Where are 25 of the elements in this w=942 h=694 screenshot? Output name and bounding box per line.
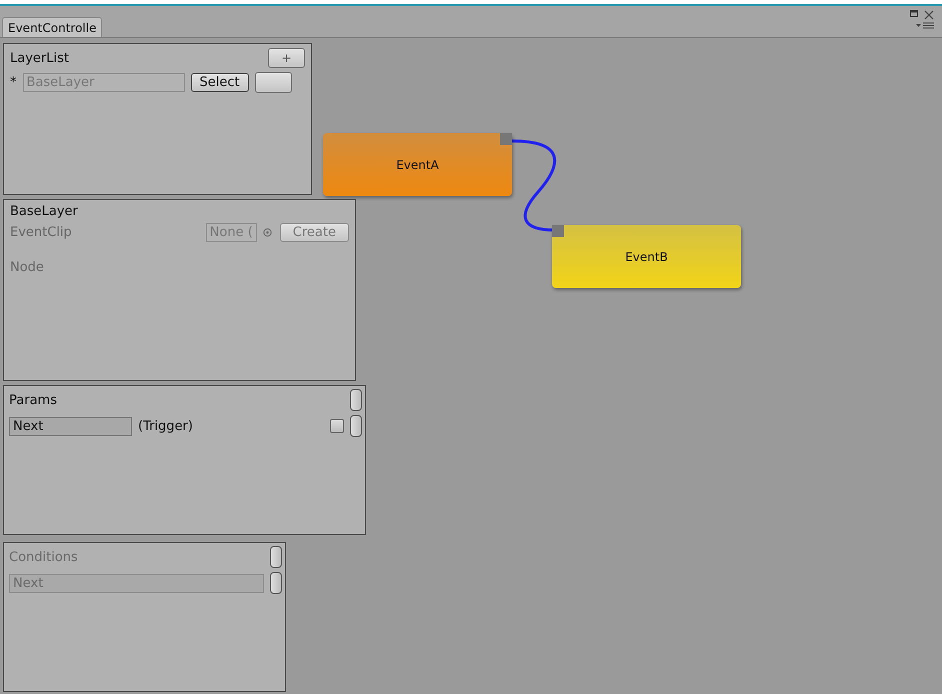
close-icon[interactable] <box>924 10 934 20</box>
field-label: EventClip <box>10 225 73 240</box>
pill-button[interactable] <box>350 415 362 437</box>
empty-button[interactable] <box>254 72 292 93</box>
editor-tab[interactable]: EventControlle <box>2 17 102 37</box>
param-type: (Trigger) <box>138 418 194 434</box>
maximize-icon[interactable] <box>910 10 918 17</box>
panel-title: BaseLayer <box>10 204 79 219</box>
checkbox[interactable] <box>330 419 344 433</box>
menu-icon[interactable] <box>916 22 934 29</box>
port-handle[interactable] <box>552 225 564 237</box>
panel-title: Params <box>9 392 58 408</box>
event-node[interactable]: EventB <box>552 225 741 288</box>
node-label: EventB <box>625 250 668 264</box>
pill-button[interactable] <box>350 389 362 411</box>
panel-title: Conditions <box>9 550 79 564</box>
node-label: EventA <box>396 158 439 172</box>
add-button[interactable]: + <box>268 48 305 68</box>
target-icon[interactable] <box>262 228 272 237</box>
port-handle[interactable] <box>500 133 512 145</box>
node-label: Node <box>10 260 44 275</box>
marker-text: * <box>10 75 16 90</box>
event-node[interactable]: EventA <box>323 133 512 196</box>
panel-title: LayerList <box>10 50 70 66</box>
param-name-field[interactable]: Next <box>9 416 132 436</box>
